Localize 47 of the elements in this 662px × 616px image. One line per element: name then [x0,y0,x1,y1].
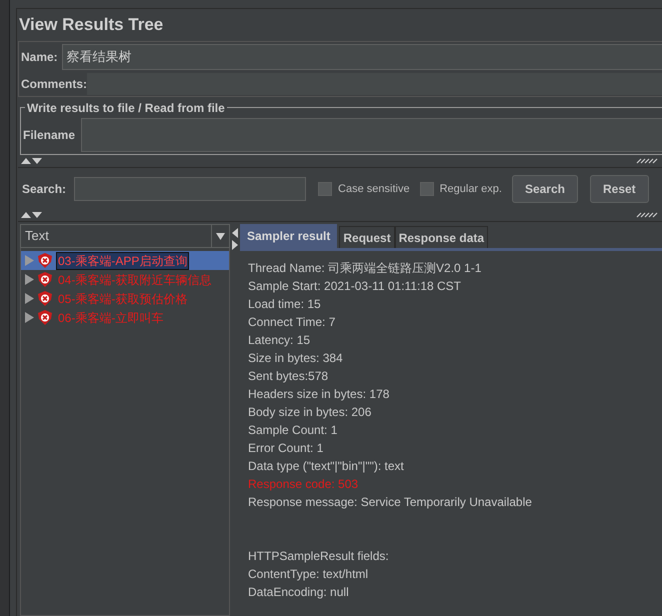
name-label: Name: [21,49,58,66]
name-field[interactable]: 察看结果树 [62,44,662,70]
result-line: Sample Start: 2021-03-11 01:11:18 CST [248,278,462,295]
checkbox-label: Regular exp. [440,182,502,197]
result-line: Error Count: 1 [248,440,324,457]
result-line: ContentType: text/html [248,566,370,583]
renderer-dropdown[interactable]: Text [20,224,230,248]
tree-row[interactable]: 03-乘客端-APP启动查询 [21,251,229,270]
split-right-icon[interactable] [232,240,238,250]
checkbox[interactable] [318,182,332,196]
result-line: Headers size in bytes: 178 [248,386,390,403]
expand-arrow-icon[interactable] [25,293,34,304]
filename-field[interactable] [81,118,662,152]
comments-field[interactable] [87,73,662,95]
result-line: Connect Time: 7 [248,314,336,331]
result-line: Sample Count: 1 [248,422,338,439]
result-line: Data type ("text"|"bin"|""): text [248,458,405,475]
tab[interactable]: Sampler result [240,224,338,248]
dropdown-arrow-icon [216,232,225,240]
search-label: Search: [22,181,66,198]
collapse-expand-icon[interactable] [20,157,44,165]
split-left-icon[interactable] [232,228,238,238]
result-line: Sent bytes:578 [248,368,330,385]
result-line: Load time: 15 [248,296,322,313]
result-line: Size in bytes: 384 [248,350,344,367]
expand-arrow-icon[interactable] [25,312,34,323]
grip-icon[interactable] [636,158,660,164]
collapse-expand-icon[interactable] [20,211,44,219]
result-line: Thread Name: 司乘两端全链路压测V2.0 1-1 [248,260,482,277]
result-line: Response message: Service Temporarily Unavailable [248,494,533,511]
grip-icon[interactable] [636,212,660,218]
result-line: Latency: 15 [248,332,312,349]
reset-button[interactable]: Reset [590,175,649,203]
result-line: DataEncoding: null [248,584,350,601]
checkbox[interactable] [420,182,434,196]
tab[interactable]: Request [339,226,395,248]
tab[interactable]: Response data [394,226,488,248]
search-field[interactable] [74,177,306,201]
result-line: HTTPSampleResult fields: [248,548,390,565]
filename-label: Filename [23,127,76,144]
search-button[interactable]: Search [512,175,578,203]
panel-title: View Results Tree [18,14,164,36]
result-line: Response code: 503 [248,476,360,493]
comments-label: Comments: [21,76,88,93]
checkbox-label: Case sensitive [338,182,410,197]
expand-arrow-icon[interactable] [25,274,34,285]
result-line: Body size in bytes: 206 [248,404,372,421]
